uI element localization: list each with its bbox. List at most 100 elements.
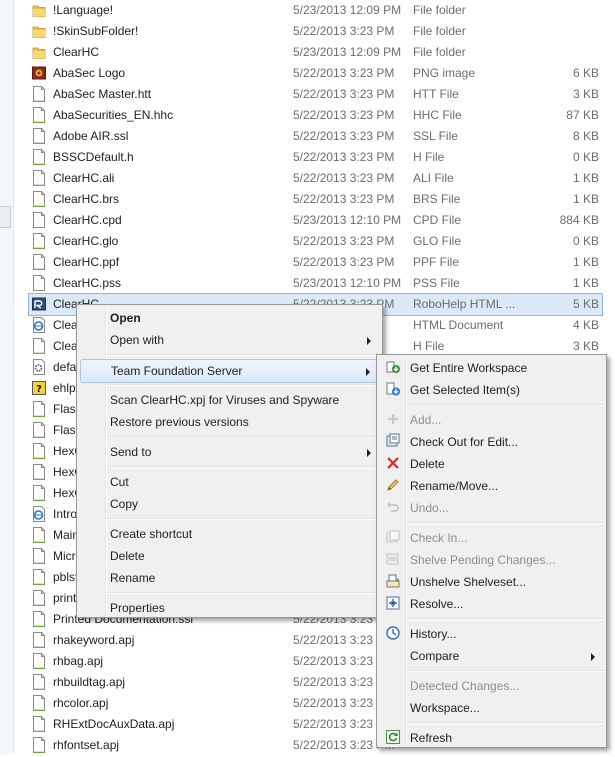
- file-name: ClearHC.ali: [53, 171, 115, 185]
- file-size: 1 KB: [572, 255, 599, 269]
- menu-separator: [107, 384, 380, 386]
- menu-item-label: Workspace...: [410, 701, 480, 715]
- file-type: HTT File: [413, 87, 459, 101]
- menu-item-label: Unshelve Shelveset...: [410, 575, 527, 589]
- menu-item-properties[interactable]: Properties: [80, 597, 379, 619]
- document-icon: [32, 632, 46, 648]
- file-row[interactable]: AbaSec Master.htt 5/22/2013 3:23 PM HTT Fi…: [28, 83, 603, 106]
- document-icon: [32, 695, 46, 711]
- menu-separator: [107, 466, 380, 468]
- refresh-icon: [385, 729, 401, 745]
- tfs-submenu: Get Entire Workspace Get Selected Item(s)…: [376, 354, 607, 748]
- file-type: CPD File: [413, 213, 462, 227]
- menu-separator: [107, 354, 380, 356]
- file-size: 1 KB: [572, 171, 599, 185]
- submenu-arrow-icon: [367, 449, 371, 457]
- file-row[interactable]: ClearHC.ali 5/22/2013 3:23 PM ALI File 1 KB: [28, 167, 603, 190]
- file-date-modified: 5/22/2013 3:23 PM: [293, 255, 395, 269]
- menu-item-delete[interactable]: Delete: [380, 453, 603, 475]
- image-file-icon: [32, 65, 46, 81]
- file-row[interactable]: ClearHC.cpd 5/23/2013 12:10 PM CPD File 884…: [28, 209, 603, 232]
- menu-item-workspace[interactable]: Workspace...: [380, 697, 603, 719]
- menu-item-shelve-pending-changes: Shelve Pending Changes...: [380, 549, 603, 571]
- document-icon: [32, 569, 46, 585]
- menu-item-create-shortcut[interactable]: Create shortcut: [80, 523, 379, 545]
- menu-item-undo: Undo...: [380, 497, 603, 519]
- file-row[interactable]: ClearHC.pss 5/23/2013 12:10 PM PSS File 1 K…: [28, 272, 603, 295]
- document-icon: [32, 233, 46, 249]
- menu-separator: [107, 592, 380, 594]
- folder-icon: [32, 44, 46, 60]
- menu-item-label: History...: [410, 627, 457, 641]
- file-type: BRS File: [413, 192, 461, 206]
- file-type: ALI File: [413, 171, 454, 185]
- menu-item-delete[interactable]: Delete: [80, 545, 379, 567]
- file-name: ehlp: [53, 381, 76, 395]
- menu-item-refresh[interactable]: Refresh: [380, 727, 603, 749]
- unshelve-icon: [385, 573, 401, 589]
- file-row[interactable]: ClearHC 5/23/2013 12:09 PM File folder: [28, 41, 603, 64]
- file-row[interactable]: AbaSecurities_EN.hhc 5/22/2013 3:23 PM HHC…: [28, 104, 603, 127]
- shelve-icon: [385, 551, 401, 567]
- document-icon: [32, 611, 46, 627]
- document-icon: [32, 674, 46, 690]
- menu-item-label: Open: [110, 311, 141, 325]
- menu-item-unshelve-shelveset[interactable]: Unshelve Shelveset...: [380, 571, 603, 593]
- submenu-arrow-icon: [366, 368, 370, 376]
- menu-item-open-with[interactable]: Open with: [80, 329, 379, 351]
- file-row[interactable]: Adobe AIR.ssl 5/22/2013 3:23 PM SSL File 8 …: [28, 125, 603, 148]
- file-name: ClearHC: [53, 45, 100, 59]
- menu-separator: [107, 436, 380, 438]
- file-name: !SkinSubFolder!: [53, 24, 139, 38]
- file-type: H File: [413, 339, 445, 353]
- menu-item-check-out-for-edit[interactable]: Check Out for Edit...: [380, 431, 603, 453]
- menu-item-label: Rename: [110, 571, 156, 585]
- file-row[interactable]: BSSCDefault.h 5/22/2013 3:23 PM H File 0 KB: [28, 146, 603, 169]
- menu-item-detected-changes: Detected Changes...: [380, 675, 603, 697]
- file-name: Intro: [53, 507, 78, 521]
- menu-item-resolve[interactable]: Resolve...: [380, 593, 603, 615]
- file-size: 1 KB: [572, 192, 599, 206]
- document-icon: [32, 254, 46, 270]
- file-name: Adobe AIR.ssl: [53, 129, 129, 143]
- file-name: AbaSec Master.htt: [53, 87, 152, 101]
- file-size: 6 KB: [572, 66, 599, 80]
- menu-item-history[interactable]: History...: [380, 623, 603, 645]
- menu-separator: [107, 518, 380, 520]
- file-row[interactable]: AbaSec Logo 5/22/2013 3:23 PM PNG image 6 K…: [28, 62, 603, 85]
- menu-item-rename-move[interactable]: Rename/Move...: [380, 475, 603, 497]
- menu-item-restore-previous-versions[interactable]: Restore previous versions: [80, 411, 379, 433]
- file-row[interactable]: ClearHC.glo 5/22/2013 3:23 PM GLO File 0 KB: [28, 230, 603, 253]
- menu-item-cut[interactable]: Cut: [80, 471, 379, 493]
- file-size: 5 KB: [572, 297, 599, 311]
- file-date-modified: 5/22/2013 3:23 PM: [293, 108, 395, 122]
- menu-item-rename[interactable]: Rename: [80, 567, 379, 589]
- menu-item-get-selected-item-s[interactable]: Get Selected Item(s): [380, 379, 603, 401]
- file-name: rhbuildtag.apj: [53, 675, 126, 689]
- menu-item-compare[interactable]: Compare: [380, 645, 603, 667]
- document-icon: [32, 338, 46, 354]
- file-date-modified: 5/22/2013 3:23 PM: [293, 192, 395, 206]
- file-size: 8 KB: [572, 129, 599, 143]
- file-type: PNG image: [413, 66, 476, 80]
- delete-x-icon: [385, 455, 401, 471]
- file-date-modified: 5/23/2013 12:10 PM: [293, 276, 402, 290]
- file-name: !Language!: [53, 3, 114, 17]
- document-icon: [32, 86, 46, 102]
- menu-item-send-to[interactable]: Send to: [80, 441, 379, 463]
- menu-item-scan-clearhc-xpj-for-viruses-and-spyware[interactable]: Scan ClearHC.xpj for Viruses and Spyware: [80, 389, 379, 411]
- menu-item-get-entire-workspace[interactable]: Get Entire Workspace: [380, 357, 603, 379]
- menu-item-team-foundation-server[interactable]: Team Foundation Server: [80, 359, 379, 383]
- file-row[interactable]: !SkinSubFolder! 5/22/2013 3:23 PM File fol…: [28, 20, 603, 43]
- file-name: ClearHC.ppf: [53, 255, 120, 269]
- undo-icon: [385, 499, 401, 515]
- file-row[interactable]: ClearHC.ppf 5/22/2013 3:23 PM PPF File 1 KB: [28, 251, 603, 274]
- submenu-arrow-icon: [591, 653, 595, 661]
- file-row[interactable]: ClearHC.brs 5/22/2013 3:23 PM BRS File 1 KB: [28, 188, 603, 211]
- menu-item-copy[interactable]: Copy: [80, 493, 379, 515]
- pane-resize-handle[interactable]: [0, 206, 11, 228]
- menu-item-open[interactable]: Open: [80, 307, 379, 329]
- file-row[interactable]: !Language! 5/23/2013 12:09 PM File folder: [28, 0, 603, 22]
- checkin-icon: [385, 529, 401, 545]
- resolve-icon: [385, 595, 401, 611]
